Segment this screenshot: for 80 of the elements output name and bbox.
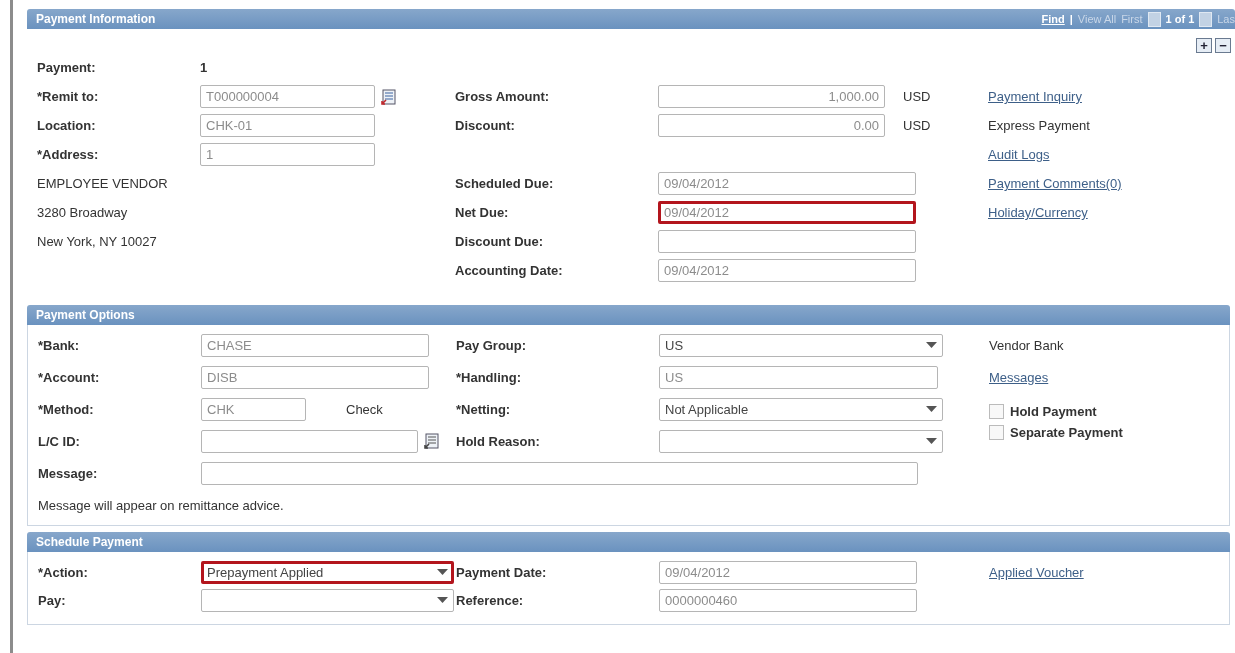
input-field[interactable]: 0000000460: [659, 588, 917, 612]
nav-link[interactable]: Las: [1217, 13, 1235, 25]
field-label: L/C ID:: [38, 433, 80, 449]
input-field[interactable]: T000000004: [200, 85, 375, 108]
dropdown-field[interactable]: Not Applicable: [659, 397, 943, 421]
payment-number: 1: [200, 60, 208, 75]
field-label: Reference:: [456, 592, 524, 608]
address-line: EMPLOYEE VENDOR: [37, 176, 168, 191]
field-label: Gross Amount:: [455, 89, 550, 104]
dropdown-caret-icon: [926, 438, 937, 444]
field-label: *Bank:: [38, 337, 80, 353]
field-label: Message:: [38, 465, 98, 481]
input-field[interactable]: CHK: [201, 397, 306, 421]
input-field[interactable]: DISB: [201, 365, 429, 389]
link[interactable]: Audit Logs: [988, 147, 1050, 162]
field-label: Location:: [37, 118, 96, 133]
section-title: Schedule Payment: [36, 535, 144, 549]
dropdown-field[interactable]: [201, 588, 454, 612]
input-field[interactable]: CHK-01: [200, 114, 375, 137]
input-field[interactable]: 09/04/2012: [658, 259, 916, 282]
dropdown-field[interactable]: US: [659, 333, 943, 357]
separator: |: [1069, 13, 1073, 25]
dropdown-caret-icon: [926, 342, 937, 348]
field-label: *Method:: [38, 401, 94, 417]
field-label: Net Due:: [455, 205, 509, 220]
method-description: Check: [346, 401, 383, 417]
input-field[interactable]: 0.00: [658, 114, 885, 137]
info-text: Express Payment: [988, 118, 1090, 133]
input-field[interactable]: [201, 429, 418, 453]
dropdown-caret-icon: [437, 597, 448, 603]
field-label: Discount:: [455, 118, 515, 133]
field-label: Payment:: [37, 60, 96, 75]
section-title: Payment Options: [36, 308, 136, 322]
input-field[interactable]: US: [659, 365, 938, 389]
link[interactable]: Holiday/Currency: [988, 205, 1088, 220]
link[interactable]: Applied Voucher: [989, 564, 1084, 580]
field-label: Discount Due:: [455, 234, 544, 249]
field-label: Payment Date:: [456, 564, 547, 580]
field-label: Pay:: [38, 592, 66, 608]
field-label: Pay Group:: [456, 337, 527, 353]
address-line: 3280 Broadway: [37, 205, 128, 220]
input-field[interactable]: [201, 461, 918, 485]
input-field[interactable]: 1: [200, 143, 375, 166]
help-text: Message will appear on remittance advice.: [38, 497, 284, 513]
delete-row-button[interactable]: −: [1215, 38, 1231, 53]
dropdown-caret-icon: [437, 569, 448, 575]
nav-link[interactable]: First: [1121, 13, 1143, 25]
currency-code: USD: [903, 118, 931, 133]
field-label: *Account:: [38, 369, 100, 385]
address-line: New York, NY 10027: [37, 234, 157, 249]
field-label: *Remit to:: [37, 89, 99, 104]
find-link[interactable]: Find: [1041, 13, 1065, 25]
input-field[interactable]: 09/04/2012: [658, 172, 916, 195]
field-label: *Action:: [38, 564, 88, 580]
dropdown-field[interactable]: [659, 429, 943, 453]
add-row-button[interactable]: +: [1196, 38, 1212, 53]
link[interactable]: Messages: [989, 369, 1049, 385]
dropdown-caret-icon: [926, 406, 937, 412]
currency-code: USD: [903, 89, 931, 104]
field-label: *Handling:: [456, 369, 521, 385]
field-label: Accounting Date:: [455, 263, 563, 278]
info-text: Vendor Bank: [989, 337, 1064, 353]
link[interactable]: Payment Inquiry: [988, 89, 1082, 104]
input-field[interactable]: 09/04/2012: [658, 201, 916, 224]
page-count: 1 of 1: [1165, 13, 1195, 25]
section-title: Payment Information: [36, 12, 157, 26]
input-field[interactable]: [658, 230, 916, 253]
field-label: Scheduled Due:: [455, 176, 554, 191]
input-field[interactable]: 1,000.00: [658, 85, 885, 108]
input-field[interactable]: 09/04/2012: [659, 560, 917, 584]
checkbox[interactable]: Separate Payment: [989, 425, 1229, 440]
field-label: *Address:: [37, 147, 99, 162]
field-label: *Netting:: [456, 401, 511, 417]
nav-link[interactable]: View All: [1077, 13, 1117, 25]
dropdown-field[interactable]: Prepayment Applied: [201, 560, 454, 584]
input-field[interactable]: CHASE: [201, 333, 429, 357]
document-icon[interactable]: [424, 433, 439, 449]
link[interactable]: Payment Comments(0): [988, 176, 1122, 191]
checkbox[interactable]: Hold Payment: [989, 404, 1229, 419]
field-label: Hold Reason:: [456, 433, 540, 449]
